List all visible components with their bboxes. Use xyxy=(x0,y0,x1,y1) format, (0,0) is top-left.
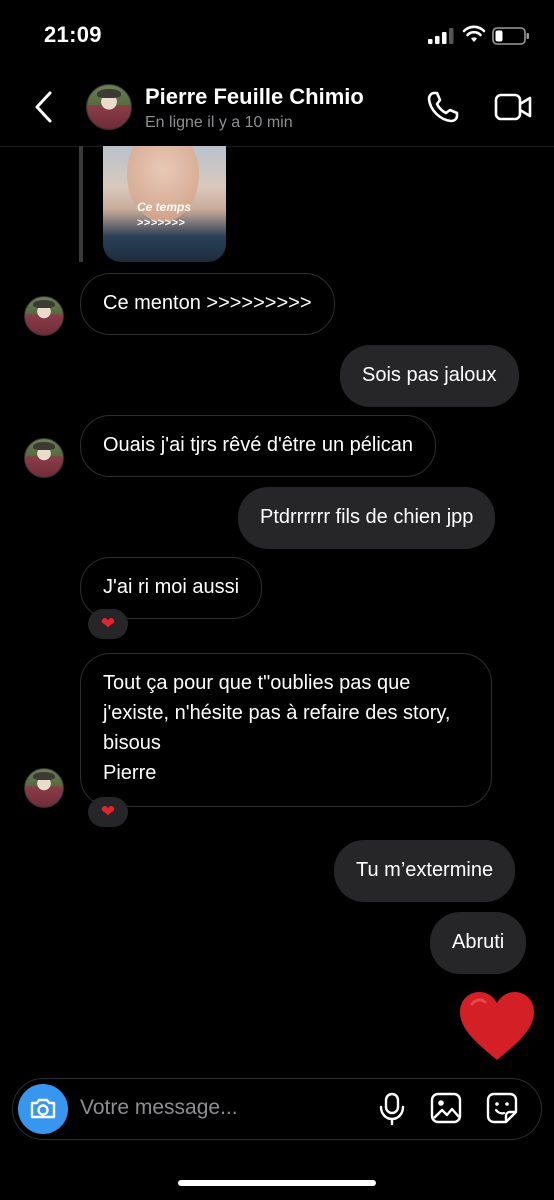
camera-icon xyxy=(30,1098,56,1119)
incoming-message[interactable]: Ouais j'ai tjrs rêvé d'être un pélican xyxy=(80,415,437,477)
video-icon[interactable] xyxy=(494,92,532,122)
contact-avatar[interactable] xyxy=(86,84,132,130)
camera-button[interactable] xyxy=(18,1084,68,1134)
story-text: Ce temps xyxy=(137,200,192,214)
sender-avatar[interactable] xyxy=(24,768,64,808)
sticker-icon[interactable] xyxy=(486,1092,518,1124)
microphone-icon[interactable] xyxy=(378,1092,406,1126)
outgoing-message[interactable]: Ptdrrrrrr fils de chien jpp xyxy=(238,487,496,549)
story-preview[interactable]: Ce temps >>>>>>> xyxy=(103,146,226,262)
status-time: 21:09 xyxy=(44,22,102,47)
heart-reaction[interactable]: ❤ xyxy=(88,797,128,827)
sender-avatar[interactable] xyxy=(24,296,64,336)
story-reply-bar xyxy=(79,146,83,262)
heart-icon[interactable] xyxy=(458,990,536,1062)
back-arrow-icon[interactable] xyxy=(30,90,60,124)
heart-reaction[interactable]: ❤ xyxy=(88,609,128,639)
story-text: >>>>>>> xyxy=(137,217,186,229)
cellular-signal-icon xyxy=(428,28,454,44)
contact-name[interactable]: Pierre Feuille Chimio xyxy=(145,84,364,110)
battery-icon xyxy=(492,27,529,45)
phone-icon[interactable] xyxy=(426,90,460,124)
outgoing-message[interactable]: Abruti xyxy=(430,912,527,974)
incoming-message[interactable]: Ce menton >>>>>>>>> xyxy=(80,273,335,335)
message-input[interactable]: Votre message... xyxy=(80,1096,238,1120)
wifi-icon xyxy=(462,25,486,42)
incoming-message[interactable]: Tout ça pour que t"oublies pas que j'exi… xyxy=(80,653,492,807)
header-divider xyxy=(0,146,554,147)
contact-status: En ligne il y a 10 min xyxy=(145,114,293,131)
outgoing-message[interactable]: Tu m’extermine xyxy=(334,840,516,902)
gallery-icon[interactable] xyxy=(430,1092,462,1124)
home-indicator[interactable] xyxy=(178,1180,376,1186)
outgoing-message[interactable]: Sois pas jaloux xyxy=(340,345,519,407)
sender-avatar[interactable] xyxy=(24,438,64,478)
